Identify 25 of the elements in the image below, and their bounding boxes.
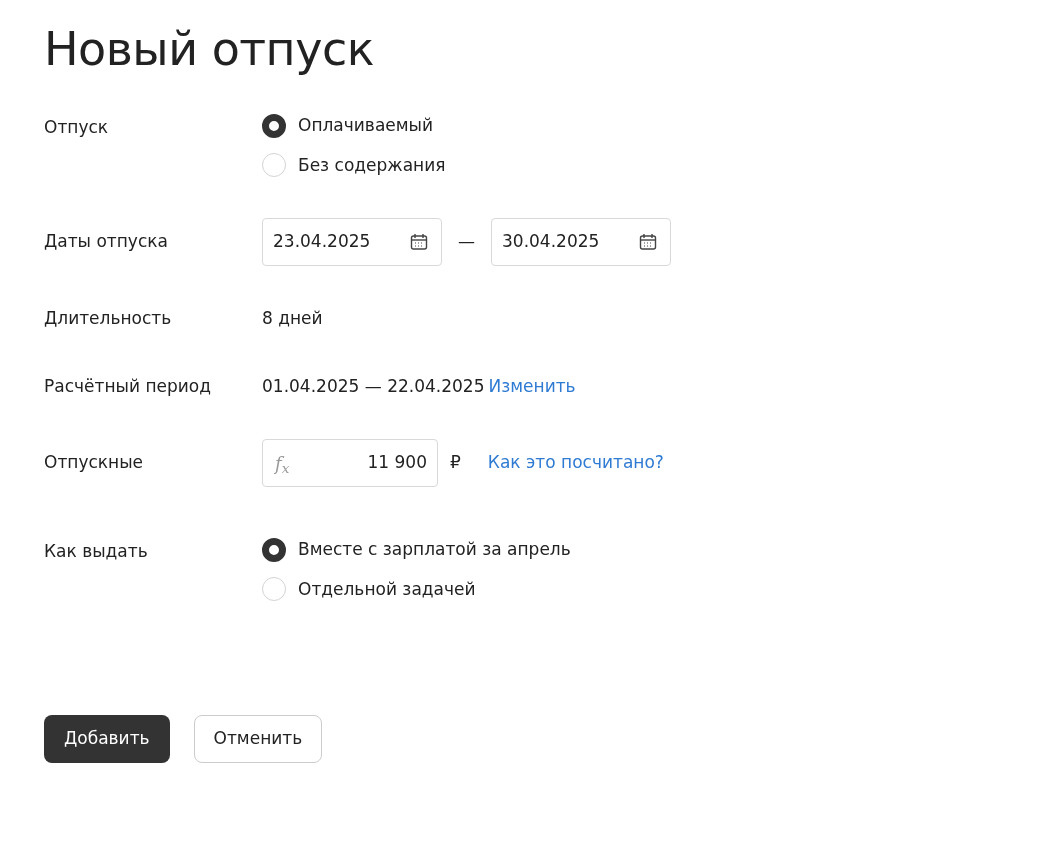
cancel-button[interactable]: Отменить bbox=[193, 715, 323, 764]
field-label: Отпуск bbox=[44, 116, 110, 140]
field-label: Отпускные bbox=[44, 451, 145, 475]
currency-sign: ₽ bbox=[450, 451, 461, 475]
amount-field[interactable]: f$_{x}$ 11 900 bbox=[262, 439, 438, 488]
field-label: Как выдать bbox=[44, 540, 149, 564]
date-field[interactable]: 30.04.2025 bbox=[491, 218, 671, 267]
duration-value: 8 дней bbox=[262, 307, 323, 331]
date-separator: — bbox=[458, 230, 475, 254]
field-label: Длительность bbox=[44, 307, 173, 331]
period-value: 01.04.2025 — 22.04.2025 bbox=[262, 374, 485, 398]
radio-option[interactable]: Без содержания bbox=[262, 152, 446, 179]
field-label: Расчётный период bbox=[44, 374, 212, 398]
calendar-icon[interactable] bbox=[638, 232, 658, 253]
date-field[interactable]: 23.04.2025 bbox=[262, 218, 442, 267]
field-label: Даты отпуска bbox=[44, 230, 169, 254]
radio-option[interactable]: Отдельной задачей bbox=[262, 576, 571, 603]
radio-option[interactable]: Оплачиваемый bbox=[262, 113, 446, 139]
radio-option[interactable]: Вместе с зарплатой за апрель bbox=[262, 537, 571, 563]
change-link[interactable]: Изменить bbox=[488, 373, 576, 400]
add-button[interactable]: Добавить bbox=[44, 715, 170, 764]
calculation-link[interactable]: Как это посчитано? bbox=[487, 450, 664, 476]
calendar-icon[interactable] bbox=[409, 232, 429, 253]
page-title: Новый отпуск bbox=[44, 22, 375, 78]
formula-icon: f$_{x}$ bbox=[275, 449, 290, 477]
